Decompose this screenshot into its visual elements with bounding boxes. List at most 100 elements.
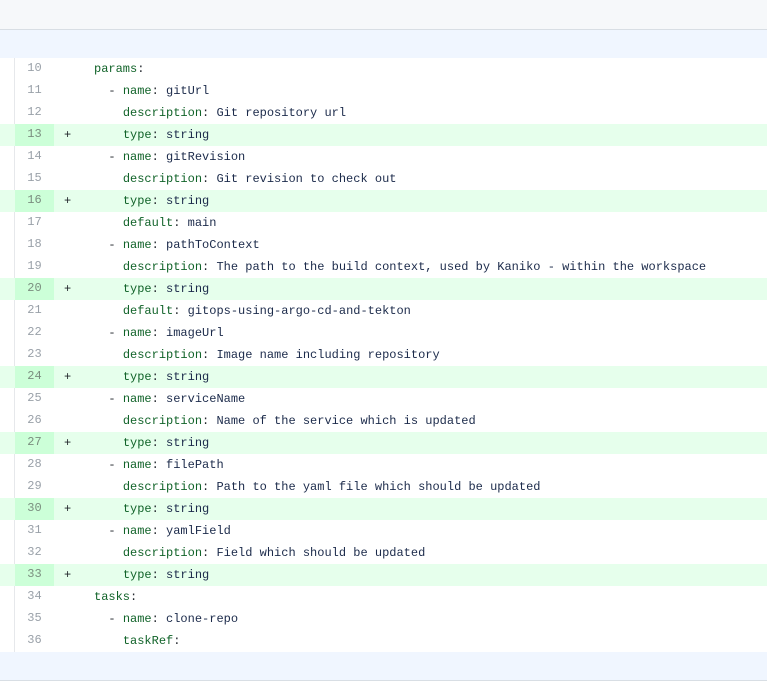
diff-marker: + (64, 128, 72, 142)
yaml-value: string (166, 128, 210, 142)
yaml-key: default (122, 304, 174, 318)
line-number[interactable]: 27 (15, 432, 54, 454)
yaml-colon: : (151, 128, 167, 142)
diff-line-context[interactable]: 23 description: Image name including rep… (0, 344, 767, 366)
diff-line-added[interactable]: 30 + type: string (0, 498, 767, 520)
yaml-value: filePath (166, 458, 224, 472)
diff-line-added[interactable]: 33 + type: string (0, 564, 767, 586)
yaml-value: gitRevision (166, 150, 246, 164)
yaml-colon: : (202, 414, 217, 428)
diff-line-added[interactable]: 24 + type: string (0, 366, 767, 388)
diff-line-added[interactable]: 20 + type: string (0, 278, 767, 300)
diff-line-context[interactable]: 22 - name: imageUrl (0, 322, 767, 344)
yaml-key: description (122, 546, 203, 560)
diff-line-context[interactable]: 21 default: gitops-using-argo-cd-and-tek… (0, 300, 767, 322)
code-text: description: Git revision to check out (94, 168, 397, 190)
yaml-key: description (122, 414, 203, 428)
line-number[interactable]: 13 (15, 124, 54, 146)
diff-marker: + (64, 194, 72, 208)
diff-line-context[interactable]: 35 - name: clone-repo (0, 608, 767, 630)
line-number[interactable]: 16 (15, 190, 54, 212)
yaml-value: string (166, 282, 210, 296)
diff-line-context[interactable]: 18 - name: pathToContext (0, 234, 767, 256)
yaml-key: type (122, 128, 152, 142)
diff-line-context[interactable]: 26 description: Name of the service whic… (0, 410, 767, 432)
yaml-key: params (94, 62, 138, 76)
diff-line-context[interactable]: 10 params: (0, 58, 767, 80)
yaml-colon: : (173, 304, 188, 318)
line-number[interactable]: 30 (15, 498, 54, 520)
line-number[interactable]: 11 (15, 80, 54, 102)
line-number[interactable]: 26 (15, 410, 54, 432)
diff-line-context[interactable]: 25 - name: serviceName (0, 388, 767, 410)
diff-line-context[interactable]: 14 - name: gitRevision (0, 146, 767, 168)
line-number[interactable]: 36 (15, 630, 54, 652)
line-number[interactable]: 19 (15, 256, 54, 278)
diff-marker: + (64, 370, 72, 384)
code-text: default: main (94, 212, 217, 234)
line-number[interactable]: 24 (15, 366, 54, 388)
diff-line-added[interactable]: 16 + type: string (0, 190, 767, 212)
line-number[interactable]: 35 (15, 608, 54, 630)
yaml-colon: : (151, 502, 167, 516)
line-number[interactable]: 29 (15, 476, 54, 498)
yaml-key: name (122, 458, 152, 472)
line-number[interactable]: 32 (15, 542, 54, 564)
diff-line-context[interactable]: 29 description: Path to the yaml file wh… (0, 476, 767, 498)
line-number[interactable]: 23 (15, 344, 54, 366)
yaml-colon: : (173, 634, 181, 648)
yaml-value: Name of the service which is updated (216, 414, 476, 428)
diff-line-context[interactable]: 12 description: Git repository url (0, 102, 767, 124)
diff-line-added[interactable]: 27 + type: string (0, 432, 767, 454)
code-text: - name: pathToContext (94, 234, 259, 256)
line-number[interactable]: 17 (15, 212, 54, 234)
diff-line-context[interactable]: 36 taskRef: (0, 630, 767, 652)
diff-line-context[interactable]: 32 description: Field which should be up… (0, 542, 767, 564)
code-text: description: Field which should be updat… (94, 542, 425, 564)
line-number[interactable]: 22 (15, 322, 54, 344)
diff-line-added[interactable]: 13 + type: string (0, 124, 767, 146)
line-number[interactable]: 34 (15, 586, 54, 608)
line-number[interactable]: 25 (15, 388, 54, 410)
diff-line-context[interactable]: 11 - name: gitUrl (0, 80, 767, 102)
code-text: - name: clone-repo (94, 608, 238, 630)
line-number[interactable]: 20 (15, 278, 54, 300)
expand-hunk-above[interactable] (0, 30, 767, 58)
diff-line-context[interactable]: 28 - name: filePath (0, 454, 767, 476)
line-number[interactable]: 15 (15, 168, 54, 190)
line-number[interactable]: 21 (15, 300, 54, 322)
line-number[interactable]: 18 (15, 234, 54, 256)
diff-line-context[interactable]: 19 description: The path to the build co… (0, 256, 767, 278)
line-number[interactable]: 10 (15, 58, 54, 80)
line-number[interactable]: 31 (15, 520, 54, 542)
list-dash: - (108, 392, 123, 406)
yaml-value: string (166, 436, 210, 450)
line-number[interactable]: 28 (15, 454, 54, 476)
code-text: default: gitops-using-argo-cd-and-tekton (94, 300, 411, 322)
line-number[interactable]: 33 (15, 564, 54, 586)
expand-hunk-below[interactable] (0, 652, 767, 681)
yaml-value: yamlField (166, 524, 231, 538)
code-text: params: (94, 58, 144, 80)
diff-line-context[interactable]: 31 - name: yamlField (0, 520, 767, 542)
line-number[interactable]: 14 (15, 146, 54, 168)
yaml-key: type (122, 502, 152, 516)
yaml-colon: : (151, 524, 167, 538)
yaml-value: string (166, 194, 210, 208)
diff-line-context[interactable]: 17 default: main (0, 212, 767, 234)
diff-line-context[interactable]: 15 description: Git revision to check ou… (0, 168, 767, 190)
line-number[interactable]: 12 (15, 102, 54, 124)
diff-line-context[interactable]: 34 tasks: (0, 586, 767, 608)
yaml-key: description (122, 260, 203, 274)
